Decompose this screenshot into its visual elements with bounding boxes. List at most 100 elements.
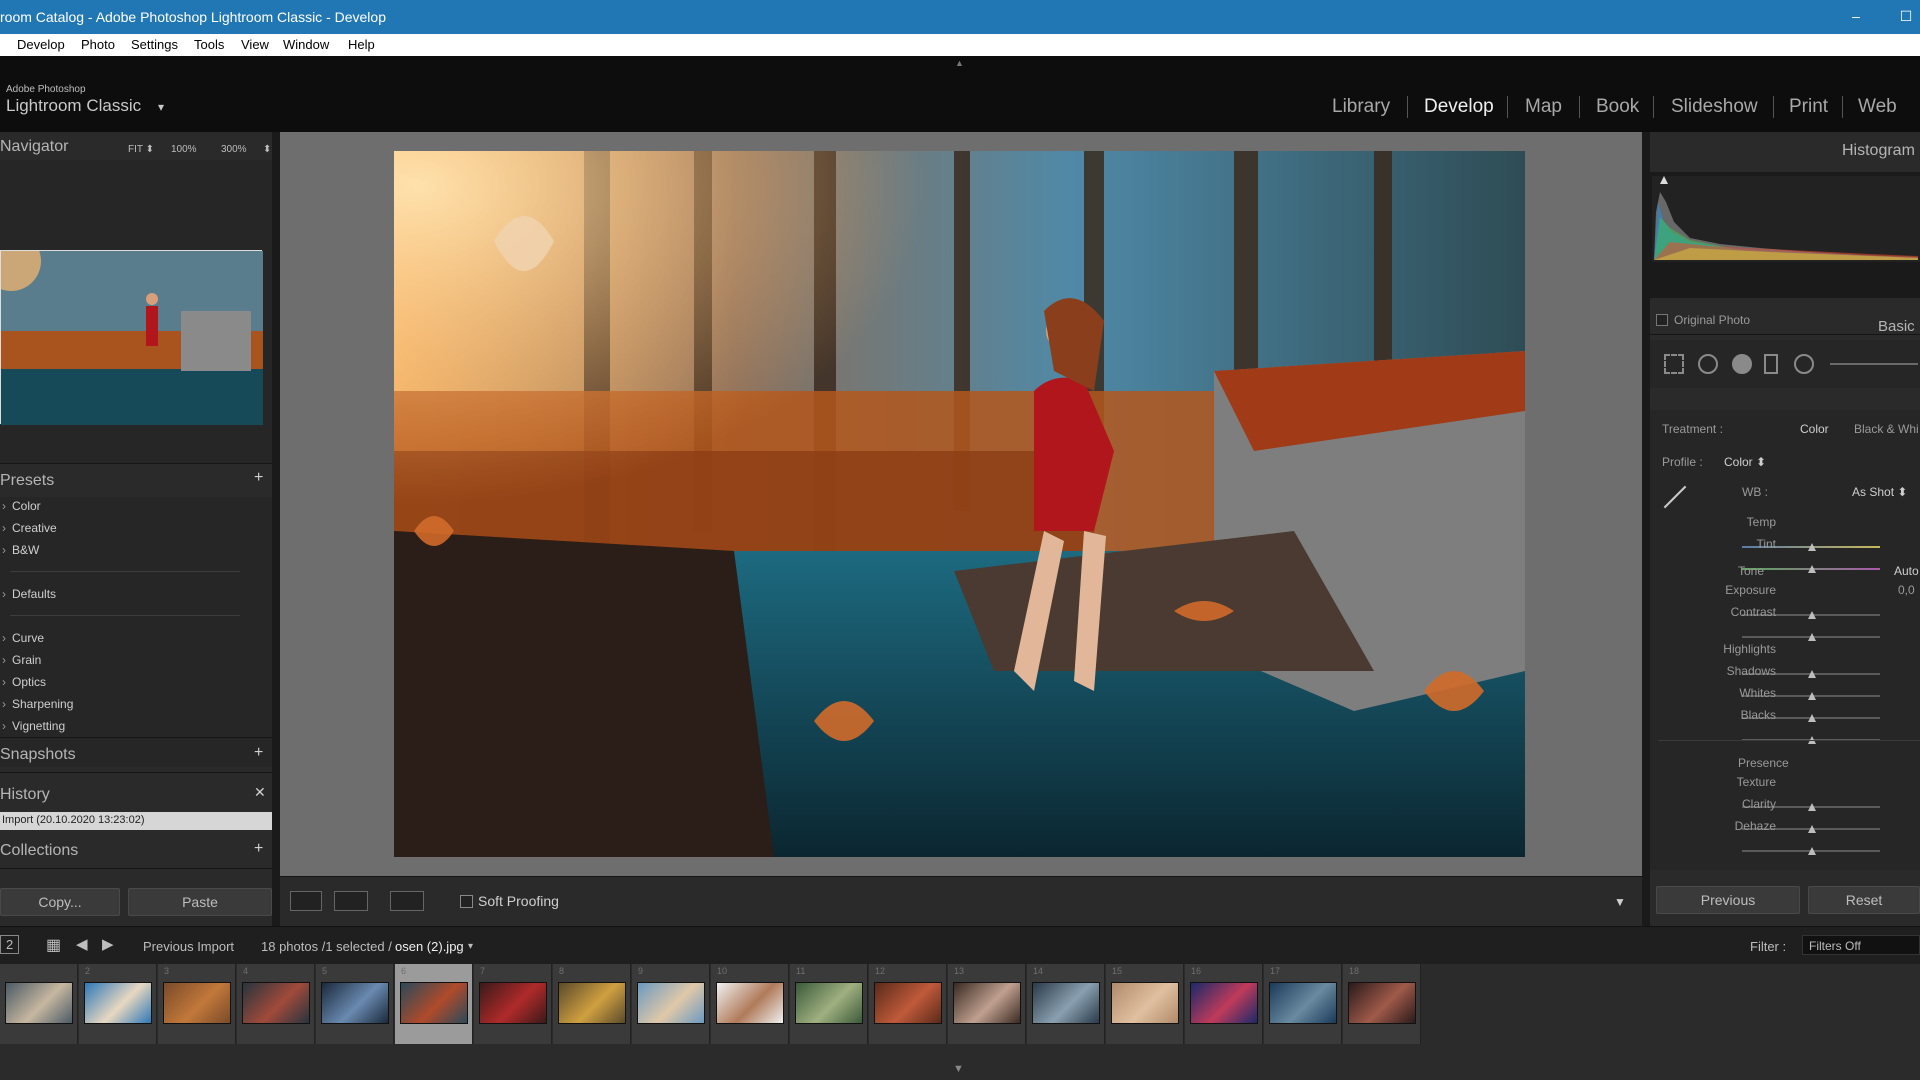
crop-overlay-icon[interactable] [1664, 354, 1684, 374]
bottom-panel-toggle-icon[interactable]: ▼ [953, 1063, 964, 1075]
minimize-button[interactable]: – [1846, 6, 1866, 26]
filmstrip-thumbnail[interactable] [163, 982, 231, 1024]
toolbar-content-dropdown-icon[interactable]: ▼ [1614, 895, 1626, 909]
basic-header[interactable]: Basic [1878, 318, 1915, 335]
left-panel-border[interactable] [272, 132, 280, 926]
reset-button[interactable]: Reset [1808, 886, 1920, 914]
filmstrip-thumbnail[interactable] [321, 982, 389, 1024]
menu-photo[interactable]: Photo [81, 37, 115, 52]
right-panel-border[interactable] [1642, 132, 1650, 926]
menu-window[interactable]: Window [283, 37, 329, 52]
filmstrip-cell[interactable]: 2 [79, 964, 157, 1044]
slider-thumb[interactable] [1808, 847, 1816, 855]
filmstrip-cell[interactable]: 5 [316, 964, 394, 1044]
profile-dropdown[interactable]: Color ⬍ [1724, 455, 1766, 469]
top-panel-toggle-icon[interactable]: ▲ [955, 58, 964, 68]
contrast-slider[interactable] [1742, 633, 1880, 641]
slider-thumb[interactable] [1808, 714, 1816, 722]
loupe-view-button[interactable] [290, 891, 322, 911]
module-library[interactable]: Library [1332, 96, 1390, 118]
filmstrip-thumbnail[interactable] [1269, 982, 1337, 1024]
zoom-100[interactable]: 100% [171, 144, 197, 155]
spot-removal-icon[interactable] [1698, 354, 1718, 374]
module-map[interactable]: Map [1525, 96, 1562, 118]
module-slideshow[interactable]: Slideshow [1671, 96, 1758, 118]
slider-thumb[interactable] [1808, 633, 1816, 641]
filmstrip-cell[interactable]: 9 [632, 964, 710, 1044]
filmstrip-cell[interactable] [0, 964, 78, 1044]
navigator-header[interactable]: Navigator [0, 138, 68, 156]
preset-folder-curve[interactable]: Curve [2, 631, 44, 645]
add-preset-button[interactable]: + [254, 469, 263, 487]
preset-folder-creative[interactable]: Creative [2, 521, 57, 535]
module-develop[interactable]: Develop [1424, 96, 1494, 118]
back-arrow-icon[interactable]: ◀ [76, 935, 88, 953]
filmstrip-thumbnail[interactable] [1190, 982, 1258, 1024]
red-eye-icon[interactable] [1732, 354, 1752, 374]
collections-header[interactable]: Collections [0, 842, 78, 860]
filmstrip-thumbnail[interactable] [479, 982, 547, 1024]
zoom-300[interactable]: 300% [221, 144, 247, 155]
preset-folder-optics[interactable]: Optics [2, 675, 46, 689]
treatment-color-option[interactable]: Color [1800, 422, 1829, 436]
adjustment-brush-icon[interactable] [1830, 363, 1918, 365]
paste-settings-button[interactable]: Paste [128, 888, 272, 916]
forward-arrow-icon[interactable]: ▶ [102, 935, 114, 953]
filmstrip-cell[interactable]: 11 [790, 964, 868, 1044]
filmstrip-cell[interactable]: 8 [553, 964, 631, 1044]
slider-thumb[interactable] [1808, 803, 1816, 811]
filmstrip-cell[interactable]: 16 [1185, 964, 1263, 1044]
preset-folder-color[interactable]: Color [2, 499, 41, 513]
filmstrip-thumbnail[interactable] [795, 982, 863, 1024]
before-after-view-button[interactable] [334, 891, 368, 911]
graduated-filter-icon[interactable] [1764, 354, 1778, 374]
preset-folder-bw[interactable]: B&W [2, 543, 39, 557]
filmstrip-thumbnail[interactable] [242, 982, 310, 1024]
menu-tools[interactable]: Tools [194, 37, 224, 52]
module-print[interactable]: Print [1789, 96, 1828, 118]
filmstrip-thumbnail[interactable] [953, 982, 1021, 1024]
exposure-value[interactable]: 0,0 [1898, 583, 1915, 597]
slider-thumb[interactable] [1808, 565, 1816, 573]
filmstrip-cell[interactable]: 3 [158, 964, 236, 1044]
filmstrip-cell[interactable]: 15 [1106, 964, 1184, 1044]
menu-help[interactable]: Help [348, 37, 375, 52]
histogram-header[interactable]: Histogram [1842, 142, 1915, 160]
menu-develop[interactable]: Develop [17, 37, 65, 52]
preset-folder-vignetting[interactable]: Vignetting [2, 719, 65, 733]
filmstrip-cell[interactable]: 14 [1027, 964, 1105, 1044]
dehaze-slider[interactable] [1742, 847, 1880, 855]
filmstrip-cell[interactable]: 18 [1343, 964, 1421, 1044]
filmstrip-thumbnail[interactable] [716, 982, 784, 1024]
filmstrip-cell[interactable]: 17 [1264, 964, 1342, 1044]
add-snapshot-button[interactable]: + [254, 744, 263, 762]
identity-plate[interactable]: Lightroom Classic [6, 96, 141, 116]
filmstrip-cell[interactable]: 10 [711, 964, 789, 1044]
filmstrip-cell[interactable]: 7 [474, 964, 552, 1044]
slider-thumb[interactable] [1808, 670, 1816, 678]
wb-dropdown[interactable]: As Shot ⬍ [1852, 485, 1907, 499]
zoom-stepper-icon[interactable]: ⬍ [263, 144, 271, 155]
preset-folder-sharpening[interactable]: Sharpening [2, 697, 73, 711]
secondary-window-button[interactable]: 2 [0, 935, 20, 954]
before-after-split-button[interactable] [390, 891, 424, 911]
module-book[interactable]: Book [1596, 96, 1639, 118]
tone-auto-button[interactable]: Auto [1894, 564, 1919, 578]
filmstrip-thumbnail[interactable] [5, 982, 73, 1024]
filmstrip-thumbnail[interactable] [1348, 982, 1416, 1024]
filmstrip-thumbnail[interactable] [637, 982, 705, 1024]
filmstrip-cell[interactable]: 6 [395, 964, 473, 1044]
identity-caret-icon[interactable]: ▾ [158, 100, 164, 114]
slider-thumb[interactable] [1808, 825, 1816, 833]
filename-dropdown-icon[interactable]: ▾ [468, 941, 473, 952]
filmstrip-filename[interactable]: osen (2).jpg [395, 939, 464, 954]
soft-proofing-checkbox[interactable] [460, 895, 473, 908]
preset-folder-grain[interactable]: Grain [2, 653, 41, 667]
filter-dropdown[interactable]: Filters Off [1802, 935, 1920, 955]
grid-view-icon[interactable]: ▦ [46, 935, 61, 955]
main-photo[interactable] [394, 151, 1525, 857]
slider-thumb[interactable] [1808, 543, 1816, 551]
history-entry[interactable]: Import (20.10.2020 13:23:02) [0, 812, 272, 830]
copy-settings-button[interactable]: Copy... [0, 888, 120, 916]
menu-settings[interactable]: Settings [131, 37, 178, 52]
